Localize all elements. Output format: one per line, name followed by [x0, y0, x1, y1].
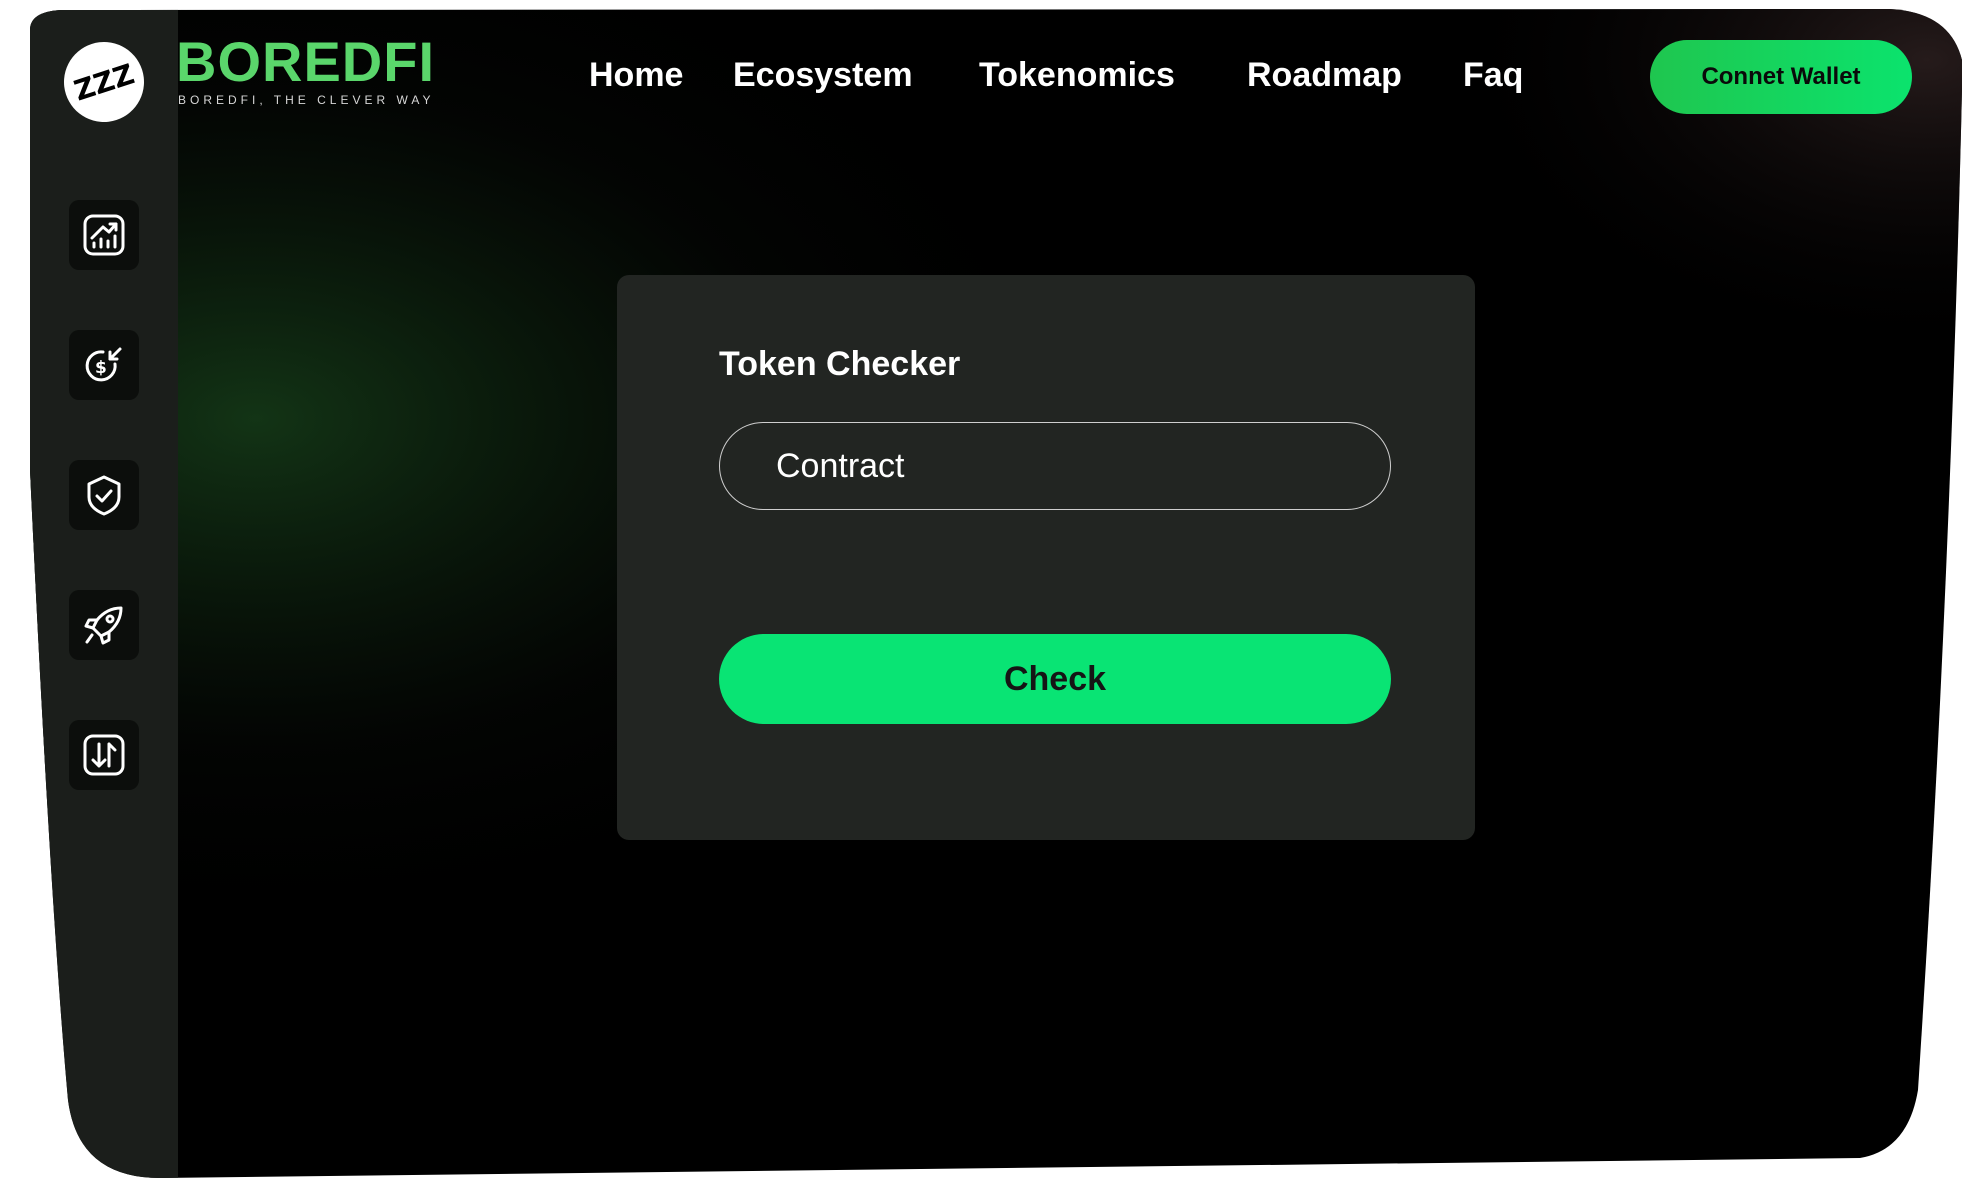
chart-growth-icon — [83, 214, 125, 256]
rocket-icon — [84, 606, 123, 645]
sidebar-item-analytics[interactable] — [69, 200, 139, 270]
connect-wallet-button[interactable]: Connet Wallet — [1650, 40, 1912, 114]
brand-name[interactable]: BOREDFI — [176, 34, 435, 90]
swap-arrows-icon — [83, 734, 125, 776]
nav-tokenomics[interactable]: Tokenomics — [979, 56, 1175, 95]
svg-text:$: $ — [95, 358, 107, 378]
brand-tagline: BOREDFI, THE CLEVER WAY — [178, 93, 435, 107]
nav-faq[interactable]: Faq — [1463, 56, 1523, 95]
dollar-exchange-icon: $ — [85, 347, 122, 382]
check-button[interactable]: Check — [719, 634, 1391, 724]
sidebar-item-swap[interactable] — [69, 720, 139, 790]
contract-input[interactable] — [719, 422, 1391, 510]
card-title: Token Checker — [719, 345, 961, 383]
token-checker-card: Token Checker Check — [617, 275, 1475, 840]
nav-home[interactable]: Home — [589, 56, 683, 95]
brand-badge-text: ZZZ — [69, 56, 139, 108]
shield-check-icon — [87, 475, 121, 516]
sidebar-item-staking[interactable]: $ — [69, 330, 139, 400]
nav-roadmap[interactable]: Roadmap — [1247, 56, 1402, 95]
sidebar-item-launchpad[interactable] — [69, 590, 139, 660]
sidebar-item-security[interactable] — [69, 460, 139, 530]
app-window: ZZZ BOREDFI BOREDFI, THE CLEVER WAY Home… — [0, 0, 1966, 1196]
nav-ecosystem[interactable]: Ecosystem — [733, 56, 913, 95]
